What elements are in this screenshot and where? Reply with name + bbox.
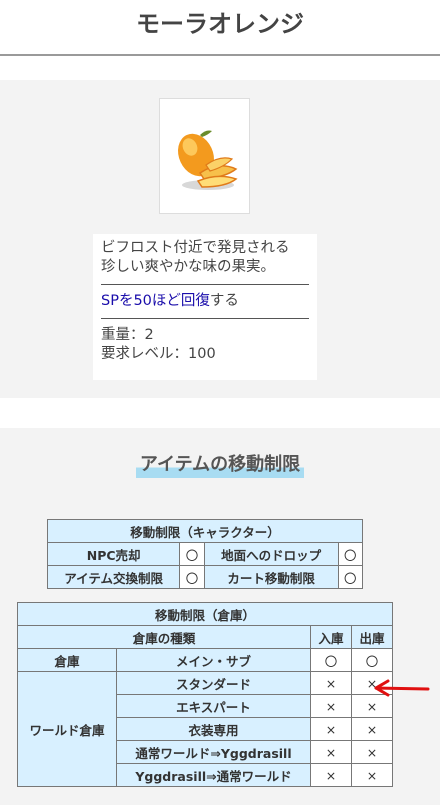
- storage-name: メイン・サブ: [116, 648, 311, 672]
- description-line-2: 珍しい爽やかな味の果実。: [101, 259, 275, 275]
- storage-in-value: ×: [310, 717, 352, 741]
- table-column-header-row: 倉庫の種類 入庫 出庫: [17, 625, 393, 649]
- restriction-value: 〇: [337, 565, 364, 589]
- table-row: ワールド倉庫 スタンダード × ×: [17, 671, 393, 787]
- effect-suffix: する: [209, 293, 239, 309]
- storage-group: ワールド倉庫: [17, 671, 117, 787]
- column-header-in: 入庫: [310, 625, 352, 649]
- storage-name: Yggdrasill⇒通常ワールド: [116, 763, 311, 787]
- restriction-value: 〇: [179, 542, 205, 566]
- section-title: アイテムの移動制限: [135, 450, 305, 478]
- character-restriction-table: 移動制限（キャラクター） NPC売却 〇 地面へのドロップ 〇 アイテム交換制限…: [46, 519, 364, 589]
- storage-in-value: ×: [310, 694, 352, 718]
- restriction-label: 地面へのドロップ: [203, 542, 339, 566]
- red-arrow-icon: [374, 679, 430, 697]
- storage-in-value: ×: [310, 740, 352, 764]
- table-header: 移動制限（キャラクター）: [47, 519, 363, 543]
- description-line-1: ビフロスト付近で発見される: [101, 240, 290, 256]
- restriction-value: 〇: [179, 565, 205, 589]
- restriction-label: NPC売却: [46, 542, 181, 566]
- item-description: ビフロスト付近で発見される 珍しい爽やかな味の果実。 SPを50ほど回復する 重…: [93, 234, 317, 380]
- table-header: 移動制限（倉庫）: [17, 602, 393, 626]
- storage-name: 衣装専用: [116, 717, 311, 741]
- item-info-panel: ビフロスト付近で発見される 珍しい爽やかな味の果実。 SPを50ほど回復する 重…: [0, 80, 440, 398]
- storage-out-value: 〇: [351, 648, 393, 672]
- storage-name: 通常ワールド⇒Yggdrasill: [116, 740, 311, 764]
- storage-in-value: ×: [310, 671, 352, 695]
- storage-in-value: ×: [310, 763, 352, 787]
- restriction-value: 〇: [337, 542, 364, 566]
- table-header-row: 移動制限（倉庫）: [17, 602, 393, 626]
- page-title: モーラオレンジ: [136, 10, 304, 38]
- storage-group: 倉庫: [17, 648, 117, 672]
- move-restriction-panel: アイテムの移動制限 移動制限（キャラクター） NPC売却 〇 地面へのドロップ …: [0, 428, 440, 805]
- storage-in-value: 〇: [310, 648, 352, 672]
- table-row: 倉庫 メイン・サブ 〇 〇: [17, 648, 393, 672]
- column-header-out: 出庫: [351, 625, 393, 649]
- column-header-type: 倉庫の種類: [17, 625, 311, 649]
- storage-out-value: ×: [351, 763, 393, 787]
- table-row: NPC売却 〇 地面へのドロップ 〇: [46, 542, 364, 566]
- storage-out-value: ×: [351, 717, 393, 741]
- divider: [101, 284, 309, 285]
- sp-recovery-link[interactable]: SPを50ほど回復: [101, 293, 210, 309]
- divider: [101, 318, 309, 319]
- storage-name: スタンダード: [116, 671, 311, 695]
- page-header: モーラオレンジ: [0, 0, 440, 56]
- storage-restriction-table: 移動制限（倉庫） 倉庫の種類 入庫 出庫 倉庫 メイン・サブ 〇 〇 ワールド倉…: [17, 602, 393, 787]
- item-weight: 重量：2: [101, 327, 154, 343]
- item-image: [159, 98, 250, 214]
- table-row: アイテム交換制限 〇 カート移動制限 〇: [46, 565, 364, 589]
- section-heading: アイテムの移動制限: [0, 450, 440, 478]
- item-effect: SPを50ほど回復する: [101, 292, 309, 311]
- storage-out-value: ×: [351, 740, 393, 764]
- restriction-label: アイテム交換制限: [46, 565, 181, 589]
- item-required-level: 要求レベル：100: [101, 346, 216, 362]
- storage-name: エキスパート: [116, 694, 311, 718]
- mango-orange-icon: [178, 130, 238, 190]
- restriction-label: カート移動制限: [203, 565, 339, 589]
- table-header-row: 移動制限（キャラクター）: [47, 519, 363, 543]
